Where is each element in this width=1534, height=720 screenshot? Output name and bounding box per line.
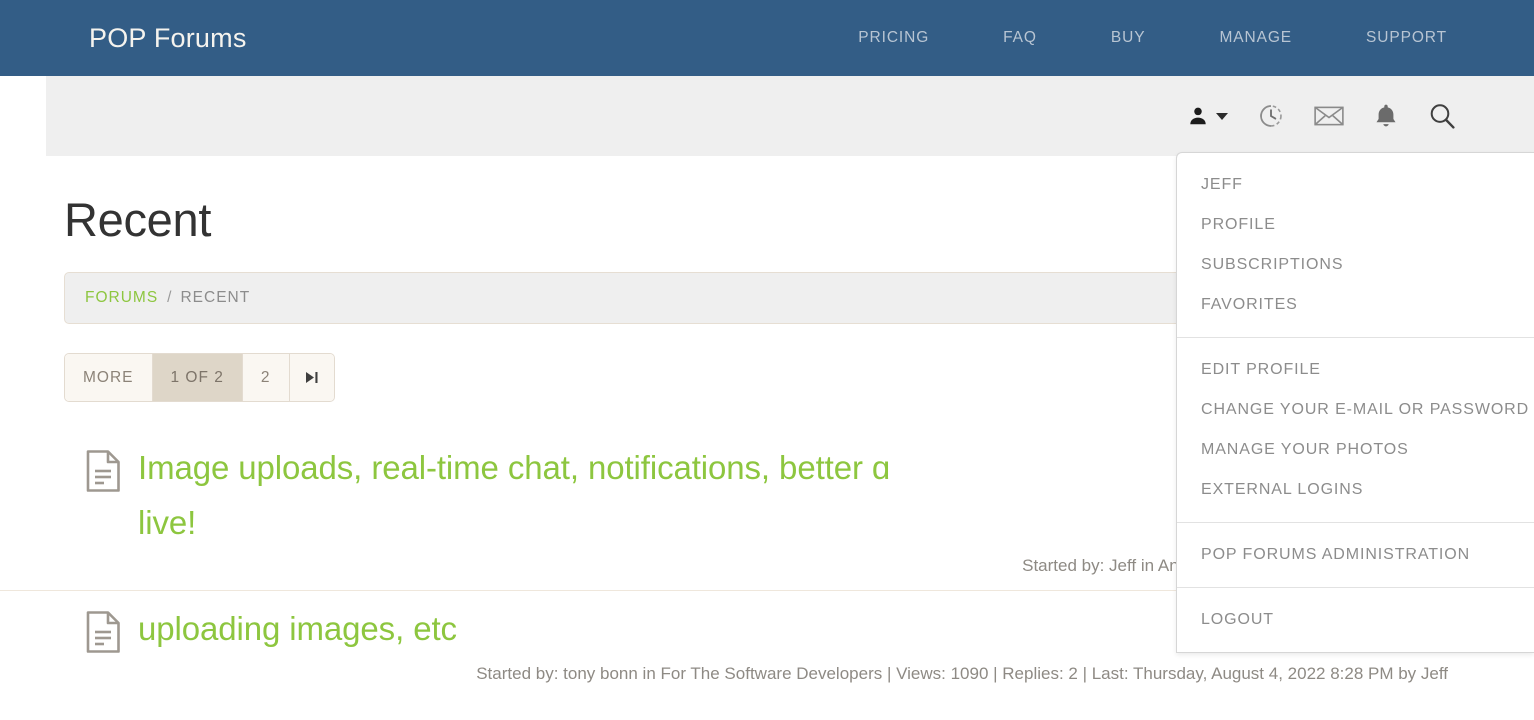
- dropdown-item-administration[interactable]: POP FORUMS ADMINISTRATION: [1177, 535, 1534, 575]
- nav-support[interactable]: SUPPORT: [1355, 29, 1458, 47]
- utility-toolbar: [46, 76, 1534, 156]
- document-icon: [86, 611, 120, 658]
- pagination-last-page-button[interactable]: [289, 354, 334, 401]
- dropdown-group-admin: POP FORUMS ADMINISTRATION: [1177, 523, 1534, 587]
- breadcrumb-forums-link[interactable]: FORUMS: [85, 289, 158, 307]
- nav-manage[interactable]: MANAGE: [1208, 29, 1303, 47]
- document-icon: [86, 450, 120, 497]
- utility-icon-group: [1187, 76, 1456, 156]
- nav-pricing[interactable]: PRICING: [847, 29, 940, 47]
- primary-nav: PRICING FAQ BUY MANAGE SUPPORT: [847, 29, 1458, 47]
- topic-title-link[interactable]: Image uploads, real-time chat, notificat…: [138, 440, 890, 550]
- pagination-current-page[interactable]: 1 OF 2: [152, 354, 243, 401]
- search-button[interactable]: [1428, 98, 1456, 134]
- bell-icon: [1376, 104, 1396, 126]
- brand-header: POP Forums PRICING FAQ BUY MANAGE SUPPOR…: [0, 0, 1534, 76]
- history-clock-icon: [1260, 105, 1282, 127]
- brand-title: POP Forums: [89, 22, 247, 53]
- nav-faq[interactable]: FAQ: [992, 29, 1048, 47]
- notifications-button[interactable]: [1374, 98, 1398, 134]
- user-dropdown-menu: JEFF PROFILE SUBSCRIPTIONS FAVORITES EDI…: [1176, 152, 1534, 653]
- user-icon: [1190, 107, 1206, 125]
- history-button[interactable]: [1258, 98, 1284, 134]
- dropdown-item-profile[interactable]: PROFILE: [1177, 205, 1534, 245]
- topic-meta: Started by: tony bonn in For The Softwar…: [476, 664, 1448, 683]
- skip-to-end-icon: [305, 372, 318, 383]
- pagination-more-button[interactable]: MORE: [65, 354, 153, 401]
- dropdown-item-favorites[interactable]: FAVORITES: [1177, 285, 1534, 325]
- dropdown-item-logout[interactable]: LOGOUT: [1177, 600, 1534, 640]
- topic-title-link[interactable]: uploading images, etc: [138, 601, 457, 656]
- dropdown-item-jeff[interactable]: JEFF: [1177, 165, 1534, 205]
- search-icon: [1430, 104, 1455, 129]
- dropdown-group-account: JEFF PROFILE SUBSCRIPTIONS FAVORITES: [1177, 153, 1534, 337]
- breadcrumb-separator: /: [167, 289, 172, 306]
- dropdown-group-settings: EDIT PROFILE CHANGE YOUR E-MAIL OR PASSW…: [1177, 338, 1534, 522]
- chevron-down-icon: [1216, 112, 1228, 120]
- envelope-icon: [1314, 106, 1344, 126]
- user-menu-toggle[interactable]: [1187, 98, 1228, 134]
- dropdown-item-subscriptions[interactable]: SUBSCRIPTIONS: [1177, 245, 1534, 285]
- pagination-page-2-button[interactable]: 2: [242, 354, 290, 401]
- pagination: MORE 1 OF 2 2: [64, 353, 335, 402]
- dropdown-item-edit-profile[interactable]: EDIT PROFILE: [1177, 350, 1534, 390]
- breadcrumb-current: RECENT: [180, 289, 251, 306]
- dropdown-item-manage-photos[interactable]: MANAGE YOUR PHOTOS: [1177, 430, 1534, 470]
- nav-buy[interactable]: BUY: [1100, 29, 1157, 47]
- dropdown-group-session: LOGOUT: [1177, 588, 1534, 652]
- dropdown-item-external-logins[interactable]: EXTERNAL LOGINS: [1177, 470, 1534, 510]
- dropdown-item-change-email-password[interactable]: CHANGE YOUR E-MAIL OR PASSWORD: [1177, 390, 1534, 430]
- messages-button[interactable]: [1314, 98, 1344, 134]
